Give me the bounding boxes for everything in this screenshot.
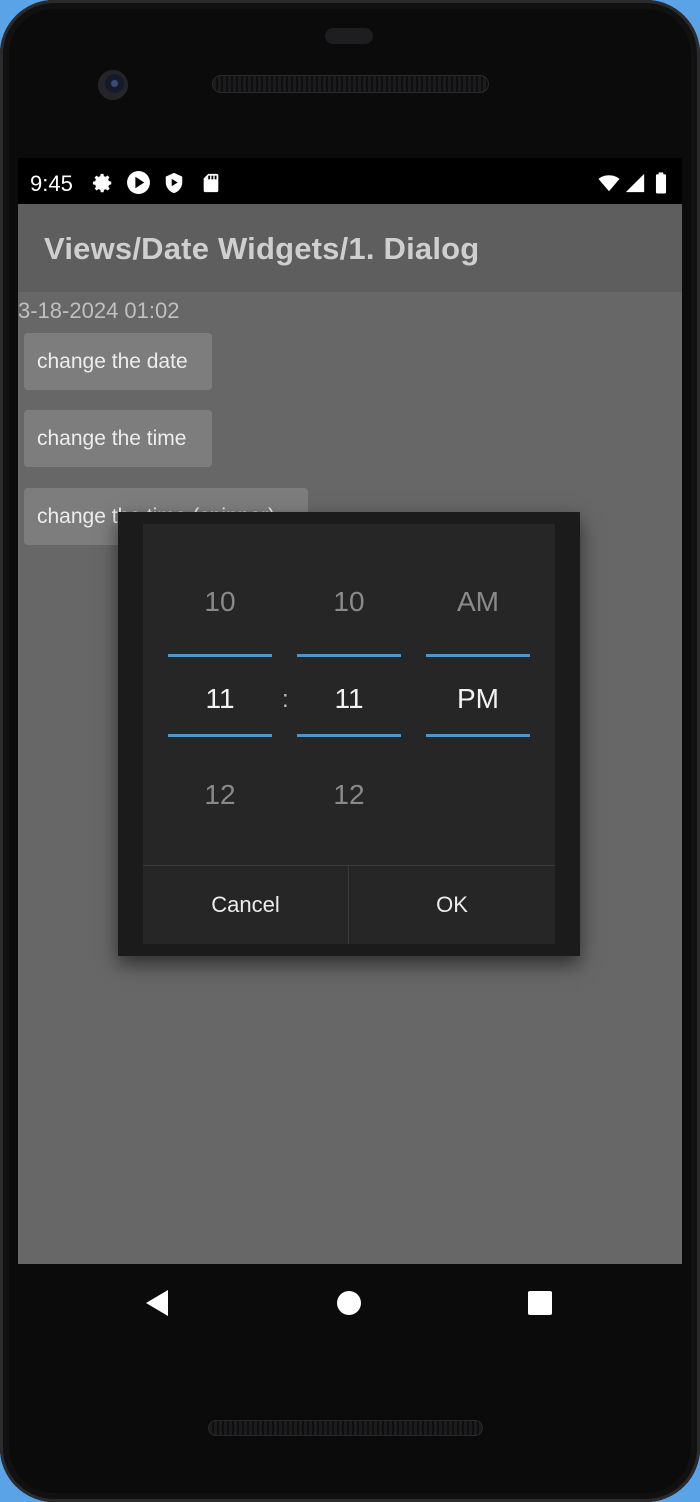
hour-prev-value[interactable]: 10 [168,586,272,618]
wifi-icon [598,175,620,192]
sd-card-icon [203,173,219,193]
shield-play-icon [165,172,183,194]
front-camera [98,70,128,100]
time-picker-panel: 10 11 12 : 10 11 12 AM PM Cancel OK [143,524,555,944]
back-icon[interactable] [146,1290,168,1316]
ampm-prev-value[interactable]: AM [426,586,530,618]
minute-bottom-divider [297,734,401,737]
recents-icon[interactable] [528,1291,552,1315]
play-circle-icon [127,171,150,194]
ampm-top-divider [426,654,530,657]
home-icon[interactable] [337,1291,361,1315]
phone-frame: 9:45 Views/Date Widgets/1. Dialog 3-18-2… [0,0,700,1502]
device-screen: 9:45 Views/Date Widgets/1. Dialog 3-18-2… [18,158,682,1264]
hour-spinner[interactable]: 10 11 12 [168,524,272,865]
hour-current-value[interactable]: 11 [168,683,272,715]
ampm-spinner[interactable]: AM PM [426,524,530,865]
dialog-actions: Cancel OK [143,865,555,944]
hour-top-divider [168,654,272,657]
navigation-bar [0,1264,700,1344]
status-bar: 9:45 [18,158,682,204]
hour-next-value[interactable]: 12 [168,779,272,811]
time-picker-dialog: 10 11 12 : 10 11 12 AM PM Cancel OK [118,512,580,956]
battery-icon [655,172,667,194]
minute-spinner[interactable]: 10 11 12 [297,524,401,865]
minute-next-value[interactable]: 12 [297,779,401,811]
hour-bottom-divider [168,734,272,737]
minute-current-value[interactable]: 11 [297,683,401,715]
gear-icon [92,173,112,193]
minute-prev-value[interactable]: 10 [297,586,401,618]
top-speaker-grille [212,75,489,93]
minute-top-divider [297,654,401,657]
status-time: 9:45 [30,171,73,196]
time-separator: : [282,686,289,713]
signal-icon [625,173,645,193]
bottom-speaker-grille [208,1420,483,1436]
earpiece-notch [325,28,373,44]
ampm-current-value[interactable]: PM [426,683,530,715]
ok-button[interactable]: OK [349,866,555,944]
cancel-button[interactable]: Cancel [143,866,348,944]
ampm-bottom-divider [426,734,530,737]
